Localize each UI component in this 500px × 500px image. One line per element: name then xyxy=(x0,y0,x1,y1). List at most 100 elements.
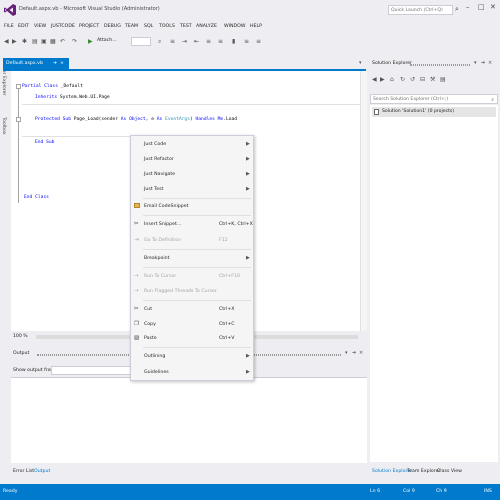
menu-view[interactable]: VIEW xyxy=(34,24,46,29)
next-bookmark-icon[interactable]: ≡ xyxy=(256,38,261,45)
solution-bottom-tab-bar: Solution Explorer Team Explorer Class Vi… xyxy=(370,468,500,478)
menu-item-run-flagged-threads[interactable]: ⇢ Run Flagged Threads To Cursor xyxy=(131,284,253,298)
collapse-sub-icon[interactable] xyxy=(16,117,21,122)
menu-justcode[interactable]: JUSTCODE xyxy=(51,24,75,29)
home-icon[interactable]: ⌂ xyxy=(390,76,394,83)
back-icon[interactable]: ◀ xyxy=(372,76,377,83)
menu-test[interactable]: TEST xyxy=(180,24,192,29)
menu-team[interactable]: TEAM xyxy=(125,24,138,29)
tab-class-view[interactable]: Class View xyxy=(437,469,462,474)
menu-separator xyxy=(143,249,251,250)
find-icon[interactable]: ⌕ xyxy=(158,38,161,46)
menu-window[interactable]: WINDOW xyxy=(224,24,245,29)
menu-item-go-to-definition[interactable]: ⇥ Go To Definition F12 xyxy=(131,233,253,247)
undo-icon[interactable]: ↶ xyxy=(60,38,65,45)
indent-icon[interactable]: ⇥ xyxy=(182,38,187,45)
menu-item-outlining[interactable]: Outlining ▶ xyxy=(131,349,253,363)
solution-node[interactable]: Solution 'Solution1' (0 projects) xyxy=(372,107,496,117)
standard-toolbar: ◀ ▶ ✱ ▤ ▣ ▦ ↶ ↷ ▶ Attach... ⌕ ≡ ⇥ ⇤ ≡ ≡ … xyxy=(0,36,500,50)
bookmark-icon[interactable]: ▮ xyxy=(232,38,235,45)
uncomment-icon[interactable]: ≡ xyxy=(218,38,223,45)
menu-item-cut[interactable]: ✂ Cut Ctrl+X xyxy=(131,302,253,316)
menu-item-just-code[interactable]: Just Code ▶ xyxy=(131,137,253,151)
menu-item-label: Just Navigate xyxy=(144,171,176,177)
editor-vertical-scrollbar[interactable] xyxy=(360,71,367,331)
show-output-select[interactable] xyxy=(51,366,141,375)
menu-item-copy[interactable]: ❐ Copy Ctrl+C xyxy=(131,317,253,331)
menu-help[interactable]: HELP xyxy=(250,24,262,29)
sync-icon[interactable]: ↻ xyxy=(400,76,405,83)
close-window-icon[interactable]: ✕ xyxy=(490,3,496,11)
quick-launch-input[interactable]: Quick Launch (Ctrl+Q) xyxy=(388,5,453,15)
panel-close-icon[interactable]: × xyxy=(488,60,492,66)
save-icon[interactable]: ▣ xyxy=(41,38,47,45)
toolbox-tab[interactable]: Toolbox xyxy=(1,117,6,135)
menu-file[interactable]: FILE xyxy=(4,24,14,29)
save-all-icon[interactable]: ▦ xyxy=(50,38,56,45)
panel-grip[interactable] xyxy=(410,64,470,66)
solution-search-input[interactable]: Search Solution Explorer (Ctrl+;) ⌕ xyxy=(370,94,498,104)
menu-project[interactable]: PROJECT xyxy=(79,24,99,29)
attach-button[interactable]: Attach... xyxy=(97,38,117,43)
minimize-icon[interactable]: – xyxy=(466,3,470,11)
code-line-3: Protected Sub Page_Load(sender As Object… xyxy=(35,117,238,122)
visual-studio-logo-icon xyxy=(4,4,16,16)
menu-item-paste[interactable]: ▧ Paste Ctrl+V xyxy=(131,331,253,345)
panel-close-icon[interactable]: × xyxy=(359,350,363,356)
forward-icon[interactable]: ▶ xyxy=(380,76,385,83)
menu-analyze[interactable]: ANALYZE xyxy=(196,24,217,29)
tab-team-explorer[interactable]: Team Explorer xyxy=(407,469,440,474)
menu-tools[interactable]: TOOLS xyxy=(159,24,175,29)
solution-config-dropdown[interactable] xyxy=(131,37,151,46)
solution-node-label: Solution 'Solution1' (0 projects) xyxy=(382,109,455,114)
menu-item-just-refactor[interactable]: Just Refactor ▶ xyxy=(131,152,253,166)
redo-icon[interactable]: ↷ xyxy=(72,38,77,45)
menu-item-insert-snippet[interactable]: ✂ Insert Snippet... Ctrl+K, Ctrl+X xyxy=(131,217,253,231)
menu-item-breakpoint[interactable]: Breakpoint ▶ xyxy=(131,251,253,265)
panel-dropdown-icon[interactable]: ▾ xyxy=(474,60,477,66)
tab-error-list[interactable]: Error List xyxy=(13,469,34,474)
back-icon[interactable]: ◀ xyxy=(4,38,9,45)
collapse-class-icon[interactable] xyxy=(16,84,21,89)
forward-icon[interactable]: ▶ xyxy=(12,38,17,45)
panel-pin-icon[interactable]: ➔ xyxy=(352,350,356,356)
open-file-icon[interactable]: ▤ xyxy=(32,38,38,45)
prev-bookmark-icon[interactable]: ≡ xyxy=(244,38,249,45)
output-content[interactable] xyxy=(11,377,367,463)
tab-output[interactable]: Output xyxy=(34,469,50,474)
menu-edit[interactable]: EDIT xyxy=(18,24,29,29)
menu-item-just-navigate[interactable]: Just Navigate ▶ xyxy=(131,167,253,181)
solution-search-placeholder: Search Solution Explorer (Ctrl+;) xyxy=(373,97,449,102)
comment-icon[interactable]: ≡ xyxy=(206,38,211,45)
status-mode: INS xyxy=(484,489,492,494)
maximize-icon[interactable]: □ xyxy=(478,3,485,11)
properties-icon[interactable]: ⚒ xyxy=(430,76,435,83)
close-tab-icon[interactable]: × xyxy=(60,61,64,66)
pin-icon[interactable]: ➔ xyxy=(53,61,57,66)
new-project-icon[interactable]: ✱ xyxy=(22,38,27,45)
menu-item-guidelines[interactable]: Guidelines ▶ xyxy=(131,365,253,379)
search-icon[interactable]: ⌕ xyxy=(491,97,494,103)
preview-icon[interactable]: ▤ xyxy=(440,76,446,83)
start-icon[interactable]: ▶ xyxy=(88,38,93,45)
menu-debug[interactable]: DEBUG xyxy=(104,24,121,29)
collapse-all-icon[interactable]: ⊟ xyxy=(420,76,425,83)
format-icon[interactable]: ≡ xyxy=(170,38,175,45)
menu-item-email-codesnippet[interactable]: Email CodeSnippet xyxy=(131,199,253,213)
submenu-arrow-icon: ▶ xyxy=(246,185,250,192)
menu-bar: FILE EDIT VIEW JUSTCODE PROJECT DEBUG TE… xyxy=(0,22,500,32)
search-icon[interactable]: ⌕ xyxy=(455,5,459,14)
tab-overflow-icon[interactable]: ▾ xyxy=(359,60,362,66)
document-tab[interactable]: Default.aspx.vb ➔ × xyxy=(3,58,69,69)
panel-pin-icon[interactable]: ➔ xyxy=(481,60,485,66)
outdent-icon[interactable]: ⇤ xyxy=(194,38,199,45)
menu-item-label: Insert Snippet... xyxy=(144,221,182,227)
menu-item-label: Email CodeSnippet xyxy=(144,203,189,209)
refresh-icon[interactable]: ↺ xyxy=(410,76,415,83)
menu-item-just-test[interactable]: Just Test ▶ xyxy=(131,182,253,196)
menu-sql[interactable]: SQL xyxy=(144,24,153,29)
panel-dropdown-icon[interactable]: ▾ xyxy=(345,350,348,356)
menu-item-label: Run To Cursor xyxy=(144,273,177,279)
menu-item-run-to-cursor[interactable]: ⇢ Run To Cursor Ctrl+F10 xyxy=(131,269,253,283)
zoom-level[interactable]: 100 % xyxy=(13,334,28,339)
